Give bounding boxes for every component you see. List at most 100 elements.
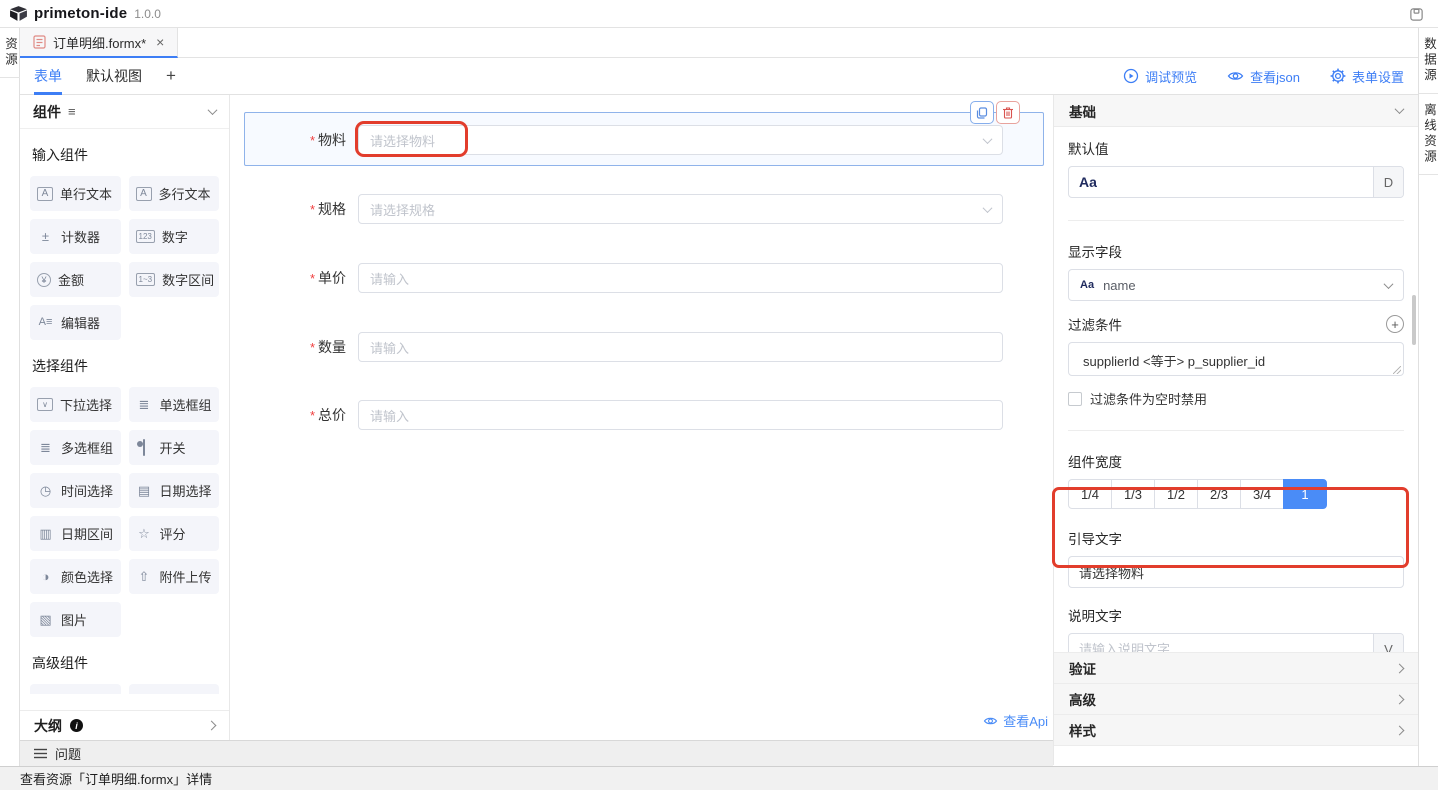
tab-default-view[interactable]: 默认视图 <box>86 58 142 95</box>
file-tab-order-detail[interactable]: 订单明细.formx* × <box>20 28 178 58</box>
section-style-header[interactable]: 样式 <box>1054 715 1418 746</box>
required-asterisk: * <box>310 271 315 286</box>
component-date-range[interactable]: ▥日期区间 <box>30 516 121 551</box>
component-label: 附件上传 <box>160 567 212 586</box>
width-option-1-4[interactable]: 1/4 <box>1068 479 1112 509</box>
section-advanced-header[interactable]: 高级 <box>1054 684 1418 715</box>
component-counter[interactable]: ±计数器 <box>30 219 121 254</box>
component-color-picker[interactable]: ◑颜色选择 <box>30 559 121 594</box>
app-version: 1.0.0 <box>134 7 161 21</box>
spec-select[interactable]: 请选择规格 <box>358 194 1003 224</box>
width-option-1-3[interactable]: 1/3 <box>1111 479 1155 509</box>
default-value-mode-button[interactable]: D <box>1373 167 1403 197</box>
width-option-3-4[interactable]: 3/4 <box>1240 479 1284 509</box>
component-label: 日期选择 <box>160 481 212 500</box>
time-picker-icon: ◷ <box>37 484 54 497</box>
section-validation-title: 验证 <box>1069 658 1096 678</box>
color-picker-icon: ◑ <box>37 570 54 583</box>
component-single-line-text[interactable]: A单行文本 <box>30 176 121 211</box>
view-api-link[interactable]: 查看Api <box>983 711 1048 730</box>
width-option-2-3[interactable]: 2/3 <box>1197 479 1241 509</box>
debug-preview-label: 调试预览 <box>1145 67 1197 86</box>
input-placeholder: 请输入 <box>370 338 409 357</box>
component-number-range[interactable]: 1~3数字区间 <box>129 262 220 297</box>
filter-expression-textarea[interactable]: supplierId <等于> p_supplier_id <box>1068 342 1404 376</box>
component-time-picker[interactable]: ◷时间选择 <box>30 473 121 508</box>
chevron-down-icon <box>1395 104 1405 114</box>
filter-disable-checkbox-row[interactable]: 过滤条件为空时禁用 <box>1068 389 1404 408</box>
display-field-select[interactable]: Aa name <box>1068 269 1404 301</box>
chevron-right-icon <box>207 721 217 731</box>
component-checkbox-group[interactable]: ≣多选框组 <box>30 430 121 465</box>
checkbox-icon[interactable] <box>1068 392 1082 406</box>
status-text: 查看资源「订单明细.formx」详情 <box>20 769 212 788</box>
left-rail: 资源 <box>0 28 20 766</box>
divider <box>1068 430 1404 431</box>
close-icon[interactable]: × <box>156 34 164 50</box>
section-title-input: 输入组件 <box>32 145 217 165</box>
chevron-down-icon <box>1384 279 1394 289</box>
field-row-unit-price: *单价 请输入 <box>230 262 1053 294</box>
input-placeholder: 请输入 <box>370 406 409 425</box>
problems-panel-header[interactable]: 问题 <box>20 740 1053 766</box>
top-bar: primeton-ide 1.0.0 <box>0 0 1438 28</box>
advanced-component-grid <box>30 684 219 694</box>
component-switch[interactable]: 开关 <box>129 430 220 465</box>
component-label: 编辑器 <box>61 313 100 332</box>
debug-preview-button[interactable]: 调试预览 <box>1123 67 1197 86</box>
display-field-value: name <box>1103 278 1136 293</box>
play-circle-icon <box>1123 68 1139 84</box>
add-view-button[interactable]: + <box>166 66 176 86</box>
default-value-input[interactable] <box>1069 167 1373 197</box>
field-type-icon: Aa <box>1080 279 1094 291</box>
component-date-picker[interactable]: ▤日期选择 <box>129 473 220 508</box>
rail-resources[interactable]: 资源 <box>0 28 20 78</box>
section-basic-header[interactable]: 基础 <box>1054 95 1418 127</box>
section-validation-header[interactable]: 验证 <box>1054 653 1418 684</box>
component-rating[interactable]: ☆评分 <box>129 516 220 551</box>
rail-data-source[interactable]: 数据源 <box>1419 28 1438 94</box>
filter-label: 过滤条件 <box>1068 314 1122 334</box>
chevron-down-icon[interactable] <box>208 105 218 115</box>
component-radio-group[interactable]: ≣单选框组 <box>129 387 220 422</box>
rail-offline-resources[interactable]: 离线资源 <box>1419 94 1438 175</box>
form-file-icon <box>33 35 46 49</box>
radio-group-icon: ≣ <box>136 398 153 411</box>
view-json-button[interactable]: 查看json <box>1227 67 1300 86</box>
form-canvas: *物料 请选择物料 *规格 请选择规格 *单价 请输入 *数量 请输入 <box>230 95 1053 740</box>
component-dropdown-select[interactable]: ∨下拉选择 <box>30 387 121 422</box>
total-price-input[interactable]: 请输入 <box>358 400 1003 430</box>
add-filter-button[interactable]: + <box>1386 315 1404 333</box>
component-number[interactable]: 123数字 <box>129 219 220 254</box>
file-tab-label: 订单明细.formx* <box>53 33 146 52</box>
chevron-down-icon <box>983 203 993 213</box>
component-image[interactable]: ▧图片 <box>30 602 121 637</box>
chevron-down-icon <box>983 134 993 144</box>
form-settings-button[interactable]: 表单设置 <box>1330 67 1404 86</box>
component-currency[interactable]: ¥金额 <box>30 262 121 297</box>
component-upload[interactable]: ⇧附件上传 <box>129 559 220 594</box>
copy-component-button[interactable] <box>970 101 994 124</box>
outline-panel-header[interactable]: 大纲 i <box>20 710 229 740</box>
filter-disable-label: 过滤条件为空时禁用 <box>1090 389 1207 408</box>
component-button-partial[interactable] <box>129 684 220 694</box>
component-panel-header[interactable]: 组件 ≡ <box>20 95 229 129</box>
inspector-scrollbar[interactable] <box>1412 295 1416 345</box>
app-title: primeton-ide <box>34 5 127 22</box>
component-multiline-text[interactable]: A多行文本 <box>129 176 220 211</box>
save-icon[interactable] <box>1407 5 1425 23</box>
component-editor[interactable]: A≡编辑器 <box>30 305 121 340</box>
width-option-1-2[interactable]: 1/2 <box>1154 479 1198 509</box>
component-label: 数字区间 <box>162 270 214 289</box>
material-select[interactable]: 请选择物料 <box>358 125 1003 155</box>
unit-price-input[interactable]: 请输入 <box>358 263 1003 293</box>
quantity-input[interactable]: 请输入 <box>358 332 1003 362</box>
component-button-partial[interactable] <box>30 684 121 694</box>
input-placeholder: 请输入 <box>370 269 409 288</box>
width-option-full[interactable]: 1 <box>1283 479 1327 509</box>
resize-grip-icon[interactable] <box>1393 366 1401 374</box>
default-value-label: 默认值 <box>1068 138 1404 158</box>
tab-form[interactable]: 表单 <box>34 58 62 95</box>
guide-text-input[interactable] <box>1069 557 1403 587</box>
delete-component-button[interactable] <box>996 101 1020 124</box>
